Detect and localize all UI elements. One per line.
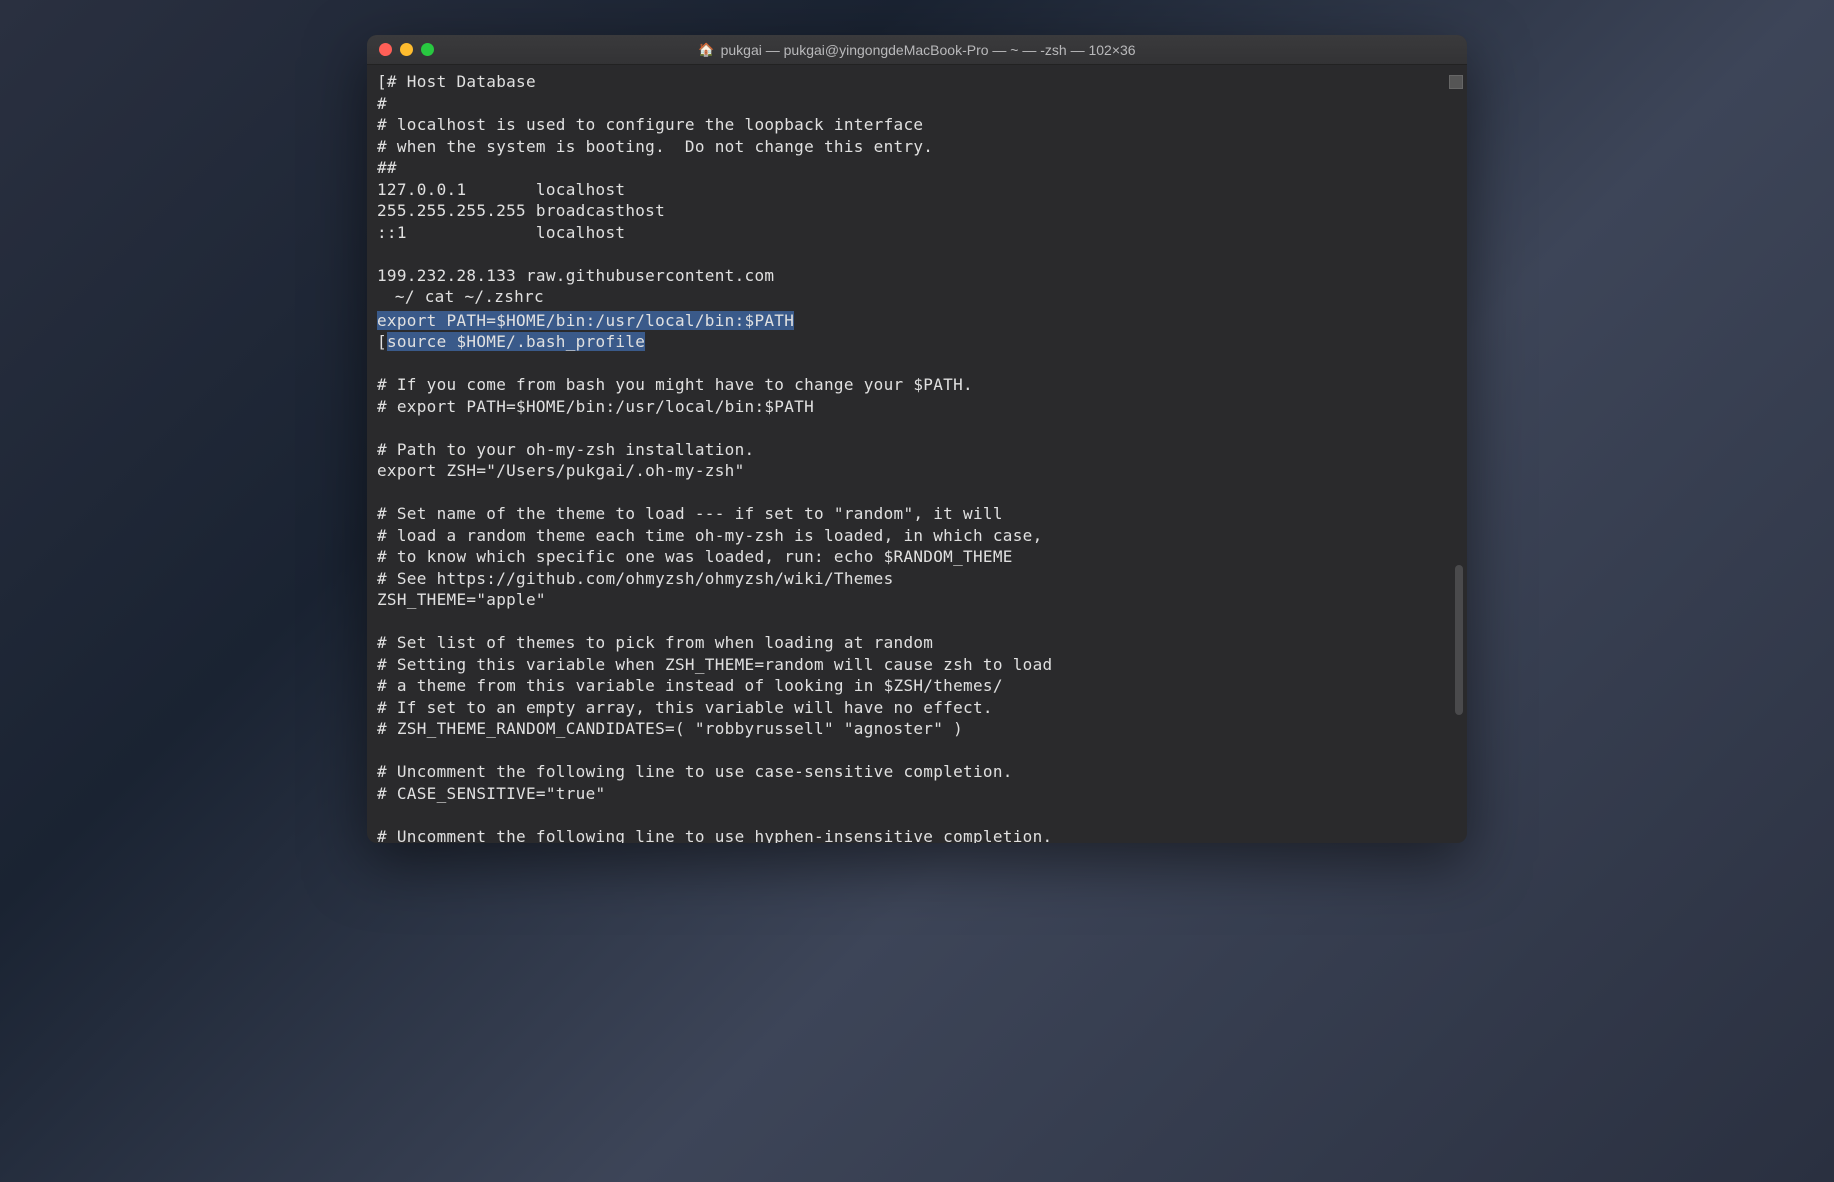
terminal-line[interactable]: # export PATH=$HOME/bin:/usr/local/bin:$…	[377, 396, 1457, 418]
terminal-line[interactable]: # localhost is used to configure the loo…	[377, 114, 1457, 136]
terminal-line[interactable]: # If you come from bash you might have t…	[377, 374, 1457, 396]
terminal-line[interactable]: 255.255.255.255 broadcasthost	[377, 200, 1457, 222]
terminal-line[interactable]: # to know which specific one was loaded,…	[377, 546, 1457, 568]
traffic-lights	[379, 43, 434, 56]
terminal-line[interactable]: # CASE_SENSITIVE="true"	[377, 783, 1457, 805]
terminal-line[interactable]: 199.232.28.133 raw.githubusercontent.com	[377, 265, 1457, 287]
terminal-line[interactable]: [source $HOME/.bash_profile	[377, 331, 1457, 353]
terminal-line[interactable]	[377, 243, 1457, 265]
terminal-line[interactable]: # ZSH_THEME_RANDOM_CANDIDATES=( "robbyru…	[377, 718, 1457, 740]
zoom-button[interactable]	[421, 43, 434, 56]
terminal-line[interactable]: # Path to your oh-my-zsh installation.	[377, 439, 1457, 461]
window-title-text: pukgai — pukgai@yingongdeMacBook-Pro — ~…	[721, 42, 1136, 58]
terminal-content[interactable]: [# Host Database## localhost is used to …	[367, 65, 1467, 843]
terminal-line[interactable]	[377, 353, 1457, 375]
minimize-button[interactable]	[400, 43, 413, 56]
terminal-line[interactable]	[377, 417, 1457, 439]
titlebar[interactable]: 🏠 pukgai — pukgai@yingongdeMacBook-Pro —…	[367, 35, 1467, 65]
terminal-line[interactable]: ##	[377, 157, 1457, 179]
prompt-text: ~/ cat ~/.zshrc	[385, 287, 544, 306]
bracket: [	[377, 332, 387, 351]
terminal-window: 🏠 pukgai — pukgai@yingongdeMacBook-Pro —…	[367, 35, 1467, 843]
terminal-line[interactable]: # Set list of themes to pick from when l…	[377, 632, 1457, 654]
terminal-line[interactable]: export PATH=$HOME/bin:/usr/local/bin:$PA…	[377, 310, 1457, 332]
terminal-line[interactable]: [# Host Database	[377, 71, 1457, 93]
terminal-line[interactable]: #	[377, 93, 1457, 115]
terminal-line[interactable]	[377, 611, 1457, 633]
terminal-line[interactable]	[377, 482, 1457, 504]
terminal-line[interactable]: # Uncomment the following line to use ca…	[377, 761, 1457, 783]
terminal-line[interactable]: ZSH_THEME="apple"	[377, 589, 1457, 611]
terminal-line[interactable]: ~/ cat ~/.zshrc	[377, 286, 1457, 310]
terminal-line[interactable]	[377, 804, 1457, 826]
home-icon: 🏠	[698, 42, 714, 58]
close-button[interactable]	[379, 43, 392, 56]
terminal-line[interactable]: # a theme from this variable instead of …	[377, 675, 1457, 697]
terminal-line[interactable]: # Uncomment the following line to use hy…	[377, 826, 1457, 844]
terminal-line[interactable]: 127.0.0.1 localhost	[377, 179, 1457, 201]
highlighted-text[interactable]: source $HOME/.bash_profile	[387, 332, 645, 351]
terminal-line[interactable]: # If set to an empty array, this variabl…	[377, 697, 1457, 719]
scroll-indicator-icon	[1449, 75, 1463, 89]
terminal-line[interactable]: # Setting this variable when ZSH_THEME=r…	[377, 654, 1457, 676]
highlighted-text[interactable]: export PATH=$HOME/bin:/usr/local/bin:$PA…	[377, 311, 794, 330]
window-title: 🏠 pukgai — pukgai@yingongdeMacBook-Pro —…	[379, 42, 1455, 58]
terminal-line[interactable]: export ZSH="/Users/pukgai/.oh-my-zsh"	[377, 460, 1457, 482]
terminal-line[interactable]: ::1 localhost	[377, 222, 1457, 244]
terminal-line[interactable]: # Set name of the theme to load --- if s…	[377, 503, 1457, 525]
terminal-line[interactable]: # See https://github.com/ohmyzsh/ohmyzsh…	[377, 568, 1457, 590]
terminal-line[interactable]: # load a random theme each time oh-my-zs…	[377, 525, 1457, 547]
terminal-line[interactable]	[377, 740, 1457, 762]
scrollbar-thumb[interactable]	[1455, 565, 1463, 715]
terminal-line[interactable]: # when the system is booting. Do not cha…	[377, 136, 1457, 158]
